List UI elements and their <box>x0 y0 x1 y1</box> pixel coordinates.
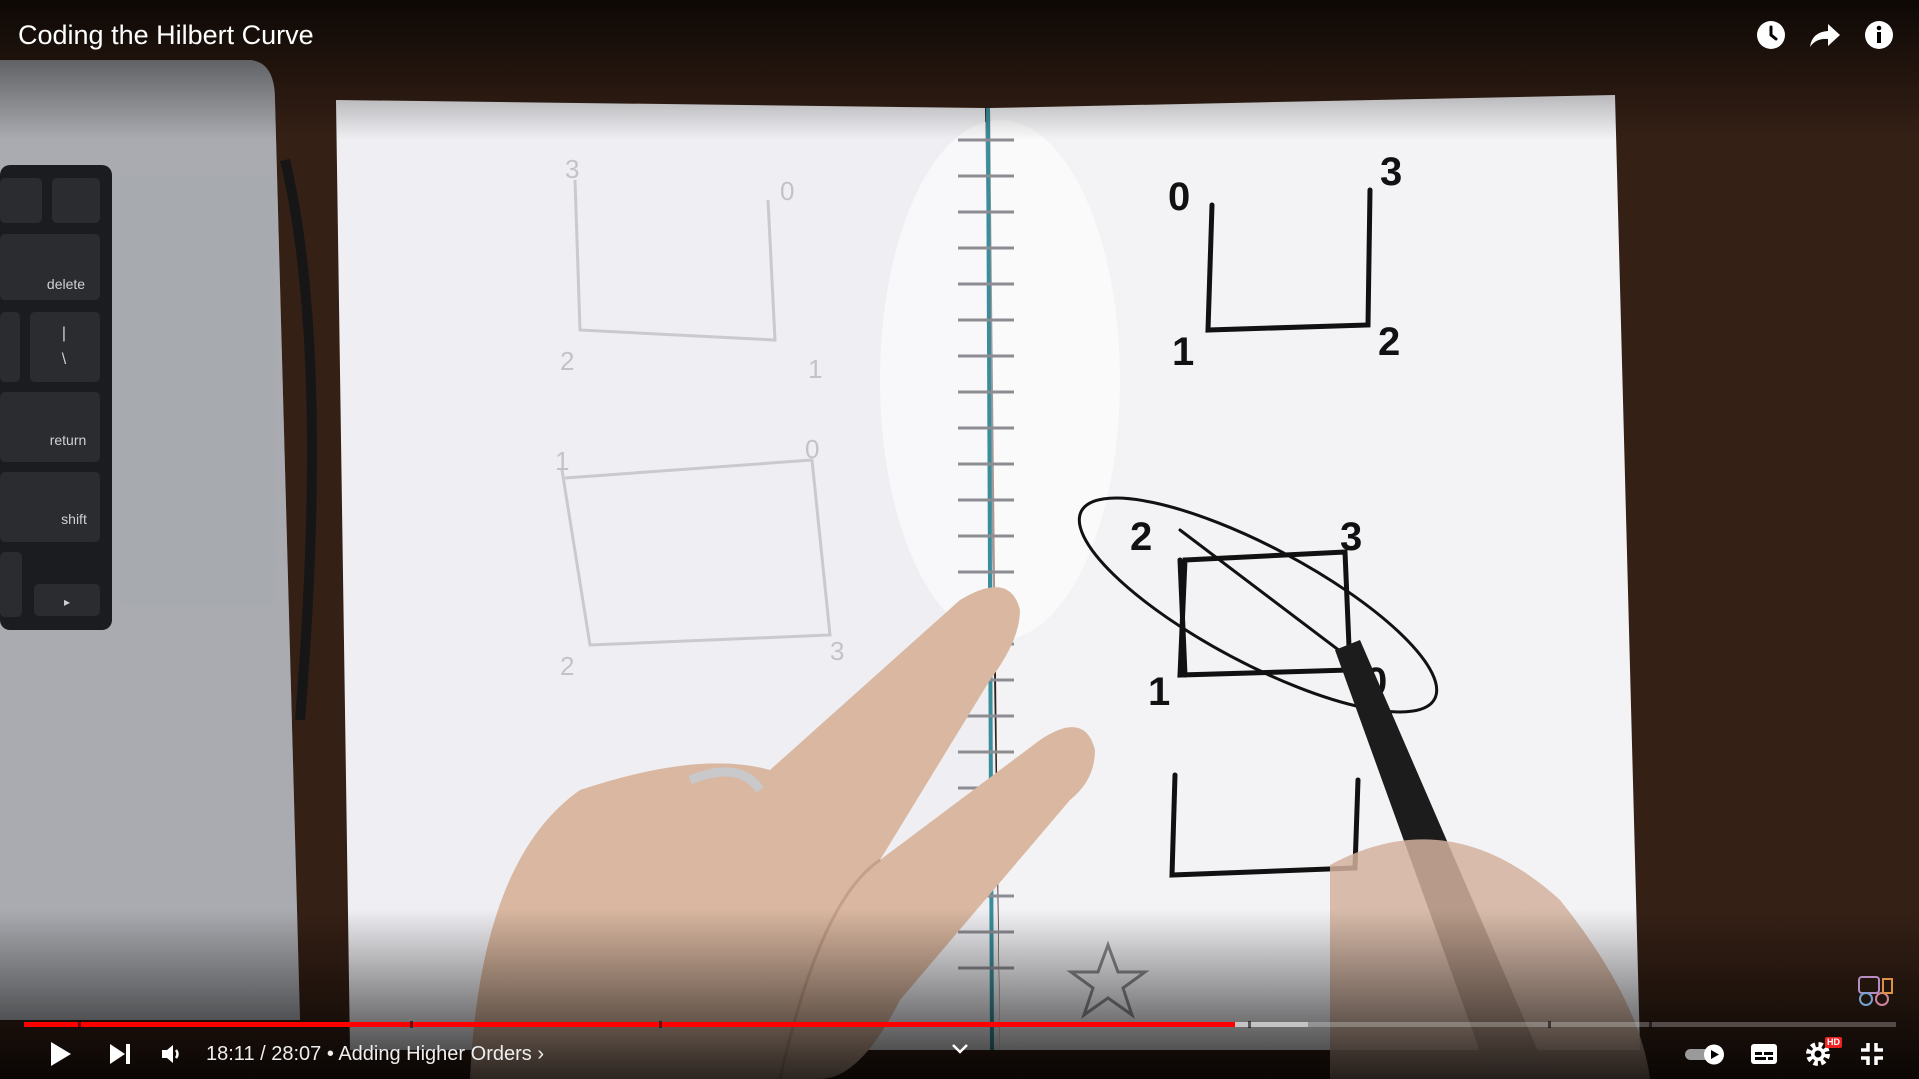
chevron-down-icon[interactable] <box>950 1042 970 1061</box>
left-label-3: 2 <box>560 346 574 376</box>
chapter-marker <box>1547 1021 1551 1028</box>
key-arrow: ▸ <box>64 595 70 609</box>
time-separator: / <box>254 1043 272 1065</box>
chapter-marker <box>1648 1021 1652 1028</box>
right-label-5: 2 <box>1130 515 1152 559</box>
left-label-7: 2 <box>560 651 574 681</box>
chapter-marker <box>658 1021 662 1028</box>
left-label-2: 0 <box>780 176 794 206</box>
chapter-dot: • <box>321 1043 339 1065</box>
key-pipe: | <box>62 325 66 342</box>
subtitles-icon[interactable] <box>1744 1034 1784 1074</box>
left-label-4: 1 <box>808 354 822 384</box>
watch-later-icon[interactable] <box>1753 17 1789 53</box>
video-title[interactable]: Coding the Hilbert Curve <box>18 18 314 52</box>
key-delete: delete <box>47 276 85 292</box>
left-label-6: 0 <box>805 434 819 464</box>
key-shift: shift <box>61 511 87 527</box>
chapter-title-button[interactable]: Adding Higher Orders › <box>338 1043 544 1065</box>
chapter-marker <box>409 1021 413 1028</box>
next-icon[interactable] <box>100 1034 140 1074</box>
time-display: 18:11 / 28:07 • Adding Higher Orders › <box>206 1040 544 1068</box>
right-label-3: 1 <box>1172 330 1194 374</box>
info-icon[interactable] <box>1861 17 1897 53</box>
right-label-4: 2 <box>1378 320 1400 364</box>
video-frame: delete | \ return shift ▸ 3 0 2 1 1 0 2 … <box>0 0 1919 1079</box>
left-label-1: 3 <box>565 154 579 184</box>
share-icon[interactable] <box>1807 17 1843 53</box>
top-controls <box>1753 17 1897 53</box>
channel-watermark-icon[interactable] <box>1856 973 1896 1014</box>
left-label-5: 1 <box>555 446 569 476</box>
progress-bar[interactable] <box>24 1018 1896 1032</box>
play-icon[interactable] <box>40 1034 80 1074</box>
duration: 28:07 <box>271 1043 322 1065</box>
chapter-marker <box>1248 1021 1252 1028</box>
chapter-title: Adding Higher Orders <box>338 1043 532 1065</box>
key-backslash: \ <box>62 351 67 368</box>
chapter-chevron-icon: › <box>537 1043 544 1065</box>
right-label-7: 1 <box>1148 670 1170 714</box>
key-return: return <box>50 432 87 448</box>
chapter-marker <box>78 1021 82 1028</box>
right-label-2: 3 <box>1380 150 1402 194</box>
exit-fullscreen-icon[interactable] <box>1852 1034 1892 1074</box>
right-label-6: 3 <box>1340 515 1362 559</box>
progress-played <box>24 1022 1236 1027</box>
hd-badge: HD <box>1825 1037 1842 1048</box>
right-label-1: 0 <box>1168 175 1190 219</box>
settings-icon[interactable]: HD <box>1798 1034 1842 1074</box>
autoplay-toggle-icon[interactable] <box>1680 1034 1730 1074</box>
current-time: 18:11 <box>206 1043 255 1065</box>
left-label-8: 3 <box>830 636 844 666</box>
volume-icon[interactable] <box>152 1034 192 1074</box>
video-player[interactable]: delete | \ return shift ▸ 3 0 2 1 1 0 2 … <box>0 0 1919 1079</box>
